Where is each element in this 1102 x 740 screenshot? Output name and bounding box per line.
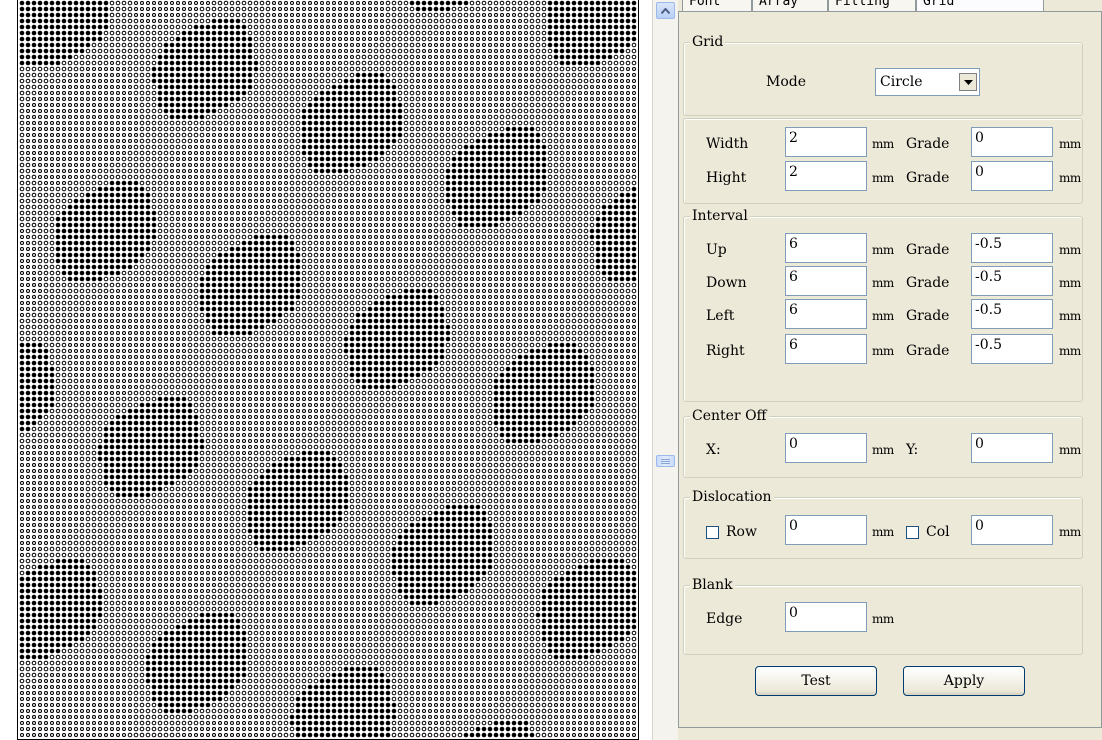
col-label: Col [926, 524, 950, 540]
interval-right-grade-unit: mm [1059, 344, 1081, 358]
x-label: X: [706, 442, 721, 458]
tab-array[interactable]: Array [752, 0, 828, 11]
hight-grade-input[interactable]: 0 [971, 161, 1053, 191]
row-unit: mm [872, 525, 894, 539]
tab-filling[interactable]: Filling [828, 0, 916, 11]
interval-up-unit: mm [872, 243, 894, 257]
interval-right-input[interactable]: 6 [785, 334, 867, 364]
hight-input[interactable]: 2 [785, 161, 867, 191]
apply-button[interactable]: Apply [903, 666, 1025, 696]
width-grade-unit: mm [1059, 137, 1081, 151]
scroll-thumb[interactable] [656, 455, 675, 467]
grip-icon [661, 460, 670, 462]
interval-group-title: Interval [690, 207, 750, 225]
tab-font[interactable]: Font [682, 0, 752, 11]
vertical-scrollbar[interactable] [652, 0, 678, 740]
edge-label: Edge [706, 611, 743, 627]
interval-right-grade-input[interactable]: -0.5 [971, 334, 1053, 364]
interval-left-input[interactable]: 6 [785, 299, 867, 329]
interval-down-label: Down [706, 275, 747, 291]
interval-left-grade-label: Grade [906, 308, 950, 324]
grid-group-title: Grid [690, 33, 726, 51]
edge-input[interactable]: 0 [785, 602, 867, 632]
blank-group: Blank Edge 0 mm [683, 576, 1083, 655]
size-group: Width 2 mm Grade 0 mm Hight 2 mm Grade 0… [683, 118, 1083, 204]
y-offset-input[interactable]: 0 [971, 433, 1053, 463]
grid-preview [0, 0, 652, 740]
interval-down-grade-label: Grade [906, 275, 950, 291]
grid-group: Grid Mode Circle [683, 33, 1083, 116]
panel-footer [678, 728, 1102, 740]
edge-unit: mm [872, 612, 894, 626]
col-dislocation-input[interactable]: 0 [971, 515, 1053, 545]
interval-up-grade-label: Grade [906, 242, 950, 258]
interval-up-input[interactable]: 6 [785, 233, 867, 263]
dislocation-group: Dislocation Row 0 mm Col 0 mm [683, 488, 1083, 559]
dot-grid-canvas [19, 0, 637, 738]
center-off-group: Center Off X: 0 mm Y: 0 mm [683, 407, 1083, 478]
interval-right-label: Right [706, 343, 745, 359]
col-checkbox[interactable] [906, 526, 919, 539]
tab-grid[interactable]: Grid [916, 0, 1044, 11]
row-dislocation-input[interactable]: 0 [785, 515, 867, 545]
hight-grade-unit: mm [1059, 171, 1081, 185]
mode-select-value: Circle [880, 74, 923, 90]
x-unit: mm [872, 443, 894, 457]
interval-right-unit: mm [872, 344, 894, 358]
tab-content: Grid Mode Circle Width 2 mm Grade 0 mm H… [678, 12, 1102, 728]
settings-panel: Font Array Filling Grid Grid Mode Circle… [678, 0, 1102, 740]
hight-unit: mm [872, 171, 894, 185]
mode-select[interactable]: Circle [875, 68, 980, 96]
interval-down-grade-unit: mm [1059, 276, 1081, 290]
width-label: Width [706, 136, 749, 152]
triangle-down-icon[interactable] [959, 73, 977, 91]
x-offset-input[interactable]: 0 [785, 433, 867, 463]
interval-group: Interval Up 6 mm Grade -0.5 mm Down 6 mm Grade -0.… [683, 207, 1083, 402]
interval-up-label: Up [706, 242, 727, 258]
hight-label: Hight [706, 170, 747, 186]
interval-up-grade-unit: mm [1059, 243, 1081, 257]
interval-up-grade-input[interactable]: -0.5 [971, 233, 1053, 263]
interval-down-input[interactable]: 6 [785, 266, 867, 296]
col-unit: mm [1059, 525, 1081, 539]
tab-strip: Font Array Filling Grid [678, 0, 1102, 12]
test-button[interactable]: Test [755, 666, 877, 696]
blank-group-title: Blank [690, 576, 735, 594]
center-off-group-title: Center Off [690, 407, 769, 425]
dislocation-group-title: Dislocation [690, 488, 774, 506]
arrow-up-icon [661, 7, 670, 14]
mode-label: Mode [766, 74, 807, 90]
width-grade-input[interactable]: 0 [971, 127, 1053, 157]
width-unit: mm [872, 137, 894, 151]
width-grade-label: Grade [906, 136, 950, 152]
y-unit: mm [1059, 443, 1081, 457]
interval-left-label: Left [706, 308, 735, 324]
interval-right-grade-label: Grade [906, 343, 950, 359]
interval-left-grade-unit: mm [1059, 309, 1081, 323]
hight-grade-label: Grade [906, 170, 950, 186]
row-checkbox[interactable] [706, 526, 719, 539]
interval-left-grade-input[interactable]: -0.5 [971, 299, 1053, 329]
interval-down-grade-input[interactable]: -0.5 [971, 266, 1053, 296]
row-label: Row [726, 524, 757, 540]
width-input[interactable]: 2 [785, 127, 867, 157]
scroll-up-button[interactable] [656, 2, 675, 19]
interval-left-unit: mm [872, 309, 894, 323]
y-label: Y: [906, 442, 919, 458]
interval-down-unit: mm [872, 276, 894, 290]
